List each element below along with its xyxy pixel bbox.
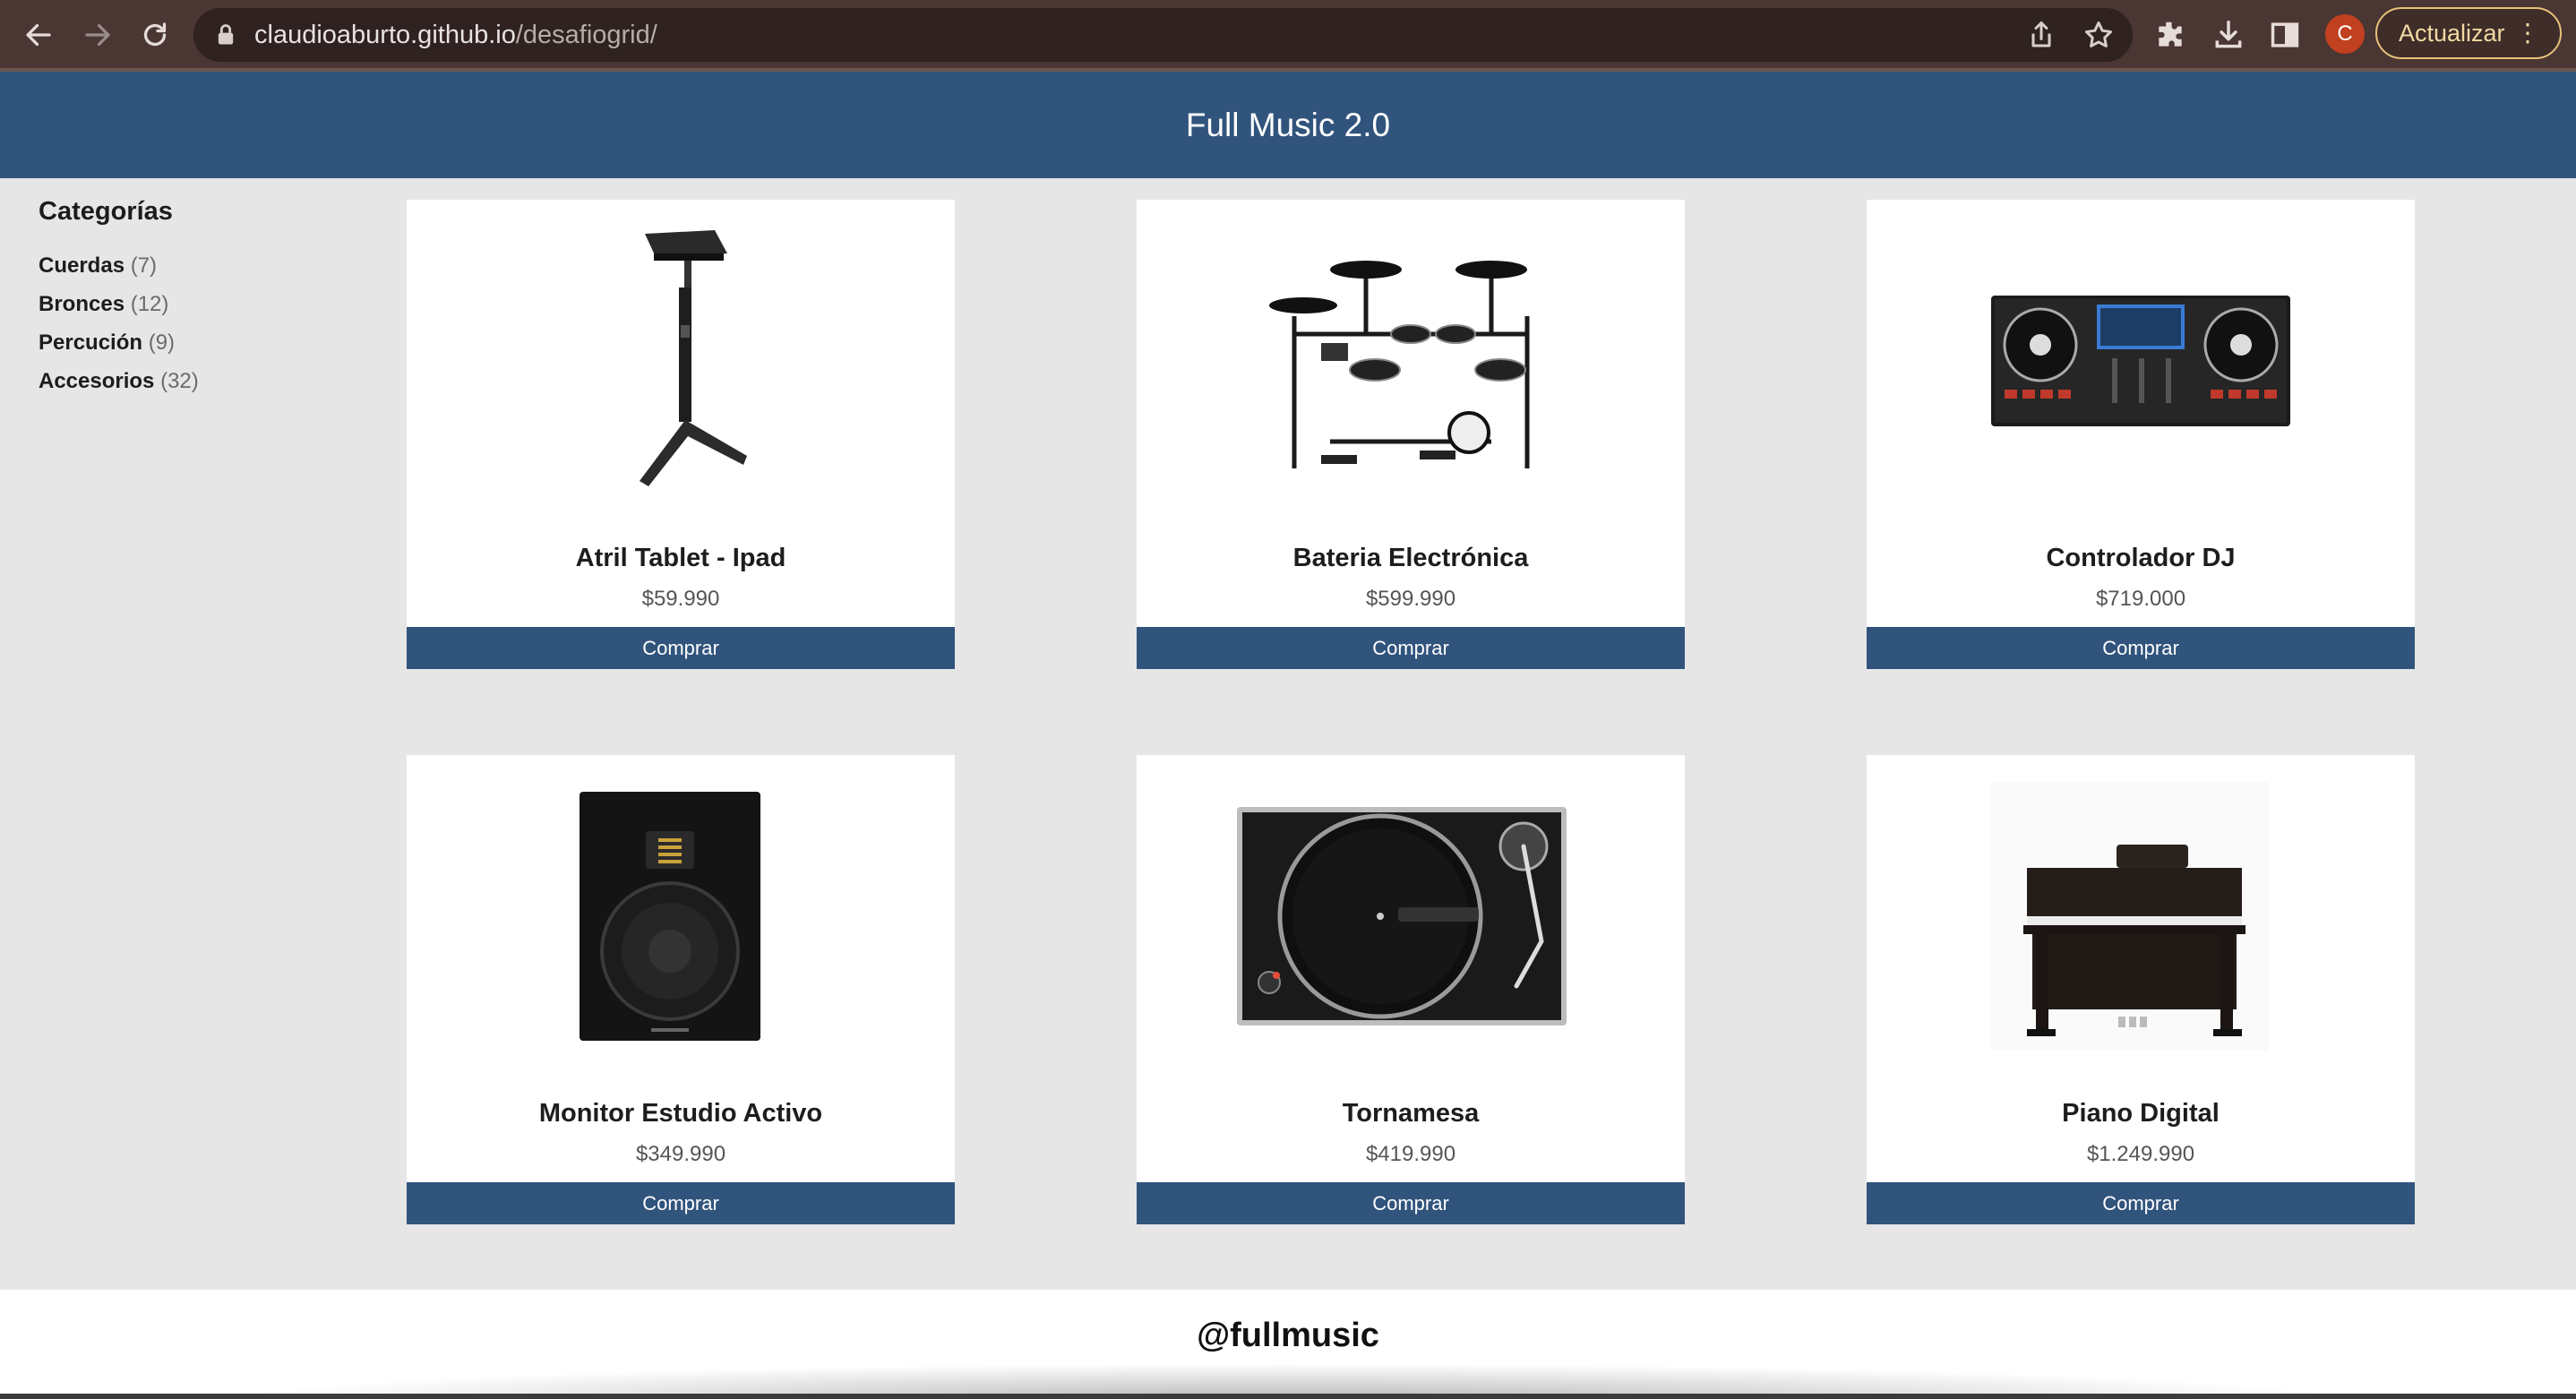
profile-avatar[interactable]: C <box>2325 14 2365 54</box>
category-item-cuerdas[interactable]: Cuerdas (7) <box>39 253 307 278</box>
buy-button[interactable]: Comprar <box>1867 627 2415 669</box>
forward-icon[interactable] <box>75 13 120 57</box>
turntable-image[interactable] <box>1137 755 1685 1077</box>
product-price: $1.249.990 <box>2086 1142 2195 1166</box>
digital-piano-image[interactable] <box>1867 755 2415 1077</box>
category-item-accesorios[interactable]: Accesorios (32) <box>39 369 307 393</box>
product-card: Bateria Electrónica $599.990 Comprar <box>1137 200 1685 669</box>
back-icon[interactable] <box>16 13 61 57</box>
browser-toolbar: claudioaburto.github.io/desafiogrid/ C A… <box>0 0 2576 70</box>
product-price: $599.990 <box>1365 587 1456 611</box>
product-name: Monitor Estudio Activo <box>538 1099 823 1128</box>
electronic-drum-kit-image[interactable] <box>1137 200 1685 522</box>
buy-button[interactable]: Comprar <box>407 1182 955 1224</box>
product-price: $349.990 <box>635 1142 726 1166</box>
product-name: Bateria Electrónica <box>1292 544 1529 572</box>
extensions-icon[interactable] <box>2153 18 2187 52</box>
product-card: Atril Tablet - Ipad $59.990 Comprar <box>407 200 955 669</box>
kebab-menu-icon[interactable]: ⋮ <box>2515 9 2540 57</box>
product-card: Monitor Estudio Activo $349.990 Comprar <box>407 755 955 1224</box>
product-card: Tornamesa $419.990 Comprar <box>1137 755 1685 1224</box>
dj-controller-image[interactable] <box>1867 200 2415 522</box>
star-icon[interactable] <box>2082 19 2115 51</box>
site-header: Full Music 2.0 <box>0 72 2576 178</box>
update-button[interactable]: Actualizar ⋮ <box>2375 7 2562 59</box>
site-footer: @fullmusic <box>0 1290 2576 1399</box>
tablet-stand-image[interactable] <box>407 200 955 522</box>
site-title: Full Music 2.0 <box>1185 106 1391 143</box>
product-price: $719.000 <box>2095 587 2186 611</box>
sidepanel-icon[interactable] <box>2268 18 2302 52</box>
address-bar[interactable]: claudioaburto.github.io/desafiogrid/ <box>193 8 2133 62</box>
share-icon[interactable] <box>2025 19 2057 51</box>
download-icon[interactable] <box>2211 18 2245 52</box>
product-name: Controlador DJ <box>2046 544 2236 572</box>
product-name: Tornamesa <box>1342 1099 1480 1128</box>
buy-button[interactable]: Comprar <box>1867 1182 2415 1224</box>
categories-sidebar: Categorías Cuerdas (7) Bronces (12) Perc… <box>39 197 307 408</box>
buy-button[interactable]: Comprar <box>1137 627 1685 669</box>
product-price: $59.990 <box>641 587 720 611</box>
product-name: Piano Digital <box>2062 1099 2220 1128</box>
lock-icon[interactable] <box>213 22 238 47</box>
buy-button[interactable]: Comprar <box>1137 1182 1685 1224</box>
window-bottom-edge <box>0 1394 2576 1399</box>
studio-monitor-image[interactable] <box>407 755 955 1077</box>
product-card: Piano Digital $1.249.990 Comprar <box>1867 755 2415 1224</box>
product-price: $419.990 <box>1365 1142 1456 1166</box>
buy-button[interactable]: Comprar <box>407 627 955 669</box>
reload-icon[interactable] <box>133 13 177 57</box>
category-item-percucion[interactable]: Percución (9) <box>39 330 307 355</box>
url-text[interactable]: claudioaburto.github.io/desafiogrid/ <box>254 8 657 62</box>
product-card: Controlador DJ $719.000 Comprar <box>1867 200 2415 669</box>
categories-heading: Categorías <box>39 197 173 226</box>
footer-handle: @fullmusic <box>1197 1317 1379 1354</box>
category-item-bronces[interactable]: Bronces (12) <box>39 292 307 316</box>
product-name: Atril Tablet - Ipad <box>575 544 786 572</box>
